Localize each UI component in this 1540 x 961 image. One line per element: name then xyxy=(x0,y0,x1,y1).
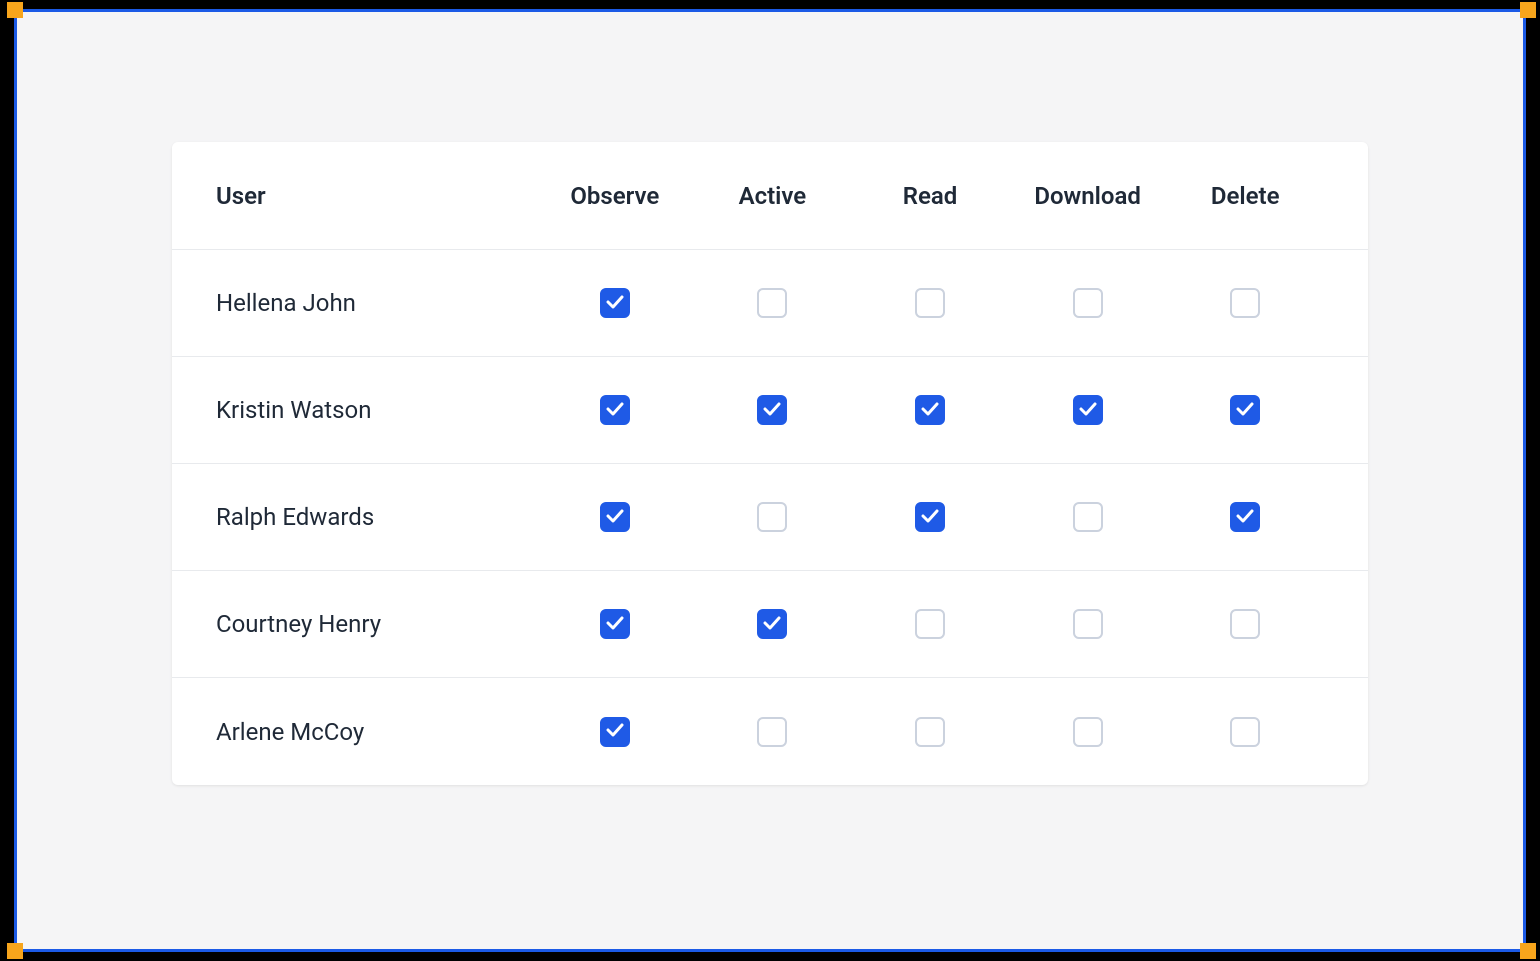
checkbox-active[interactable] xyxy=(757,717,787,747)
checkbox-delete[interactable] xyxy=(1230,717,1260,747)
column-header-active: Active xyxy=(694,182,852,210)
checkbox-cell xyxy=(694,609,852,639)
checkbox-delete[interactable] xyxy=(1230,502,1260,532)
checkbox-cell xyxy=(1009,717,1167,747)
checkbox-cell xyxy=(1009,288,1167,318)
checkbox-read[interactable] xyxy=(915,395,945,425)
checkbox-cell xyxy=(694,502,852,532)
check-icon xyxy=(921,508,939,527)
selection-handle-bl[interactable] xyxy=(7,943,23,959)
check-icon xyxy=(921,401,939,420)
user-name: Hellena John xyxy=(216,289,536,317)
checkbox-cell xyxy=(1166,395,1324,425)
checkbox-read[interactable] xyxy=(915,288,945,318)
checkbox-cell xyxy=(694,717,852,747)
checkbox-observe[interactable] xyxy=(600,395,630,425)
check-icon xyxy=(606,294,624,313)
table-header-row: User Observe Active Read Download Delete xyxy=(172,142,1368,250)
checkbox-cell xyxy=(1009,609,1167,639)
checkbox-observe[interactable] xyxy=(600,717,630,747)
checkbox-delete[interactable] xyxy=(1230,395,1260,425)
table-row: Courtney Henry xyxy=(172,571,1368,678)
checkbox-read[interactable] xyxy=(915,609,945,639)
checkbox-download[interactable] xyxy=(1073,502,1103,532)
checkbox-cell xyxy=(536,609,694,639)
checkbox-active[interactable] xyxy=(757,609,787,639)
checkbox-download[interactable] xyxy=(1073,609,1103,639)
selection-handle-tl[interactable] xyxy=(7,2,23,18)
checkbox-cell xyxy=(1009,395,1167,425)
checkbox-cell xyxy=(851,395,1009,425)
checkbox-cell xyxy=(851,288,1009,318)
check-icon xyxy=(606,401,624,420)
check-icon xyxy=(763,615,781,634)
table-row: Hellena John xyxy=(172,250,1368,357)
checkbox-cell xyxy=(851,502,1009,532)
checkbox-download[interactable] xyxy=(1073,288,1103,318)
table-row: Arlene McCoy xyxy=(172,678,1368,785)
checkbox-cell xyxy=(851,609,1009,639)
column-header-download: Download xyxy=(1009,182,1167,210)
checkbox-cell xyxy=(536,502,694,532)
design-frame: User Observe Active Read Download Delete… xyxy=(14,9,1526,952)
checkbox-cell xyxy=(1166,502,1324,532)
checkbox-cell xyxy=(694,395,852,425)
checkbox-cell xyxy=(1166,609,1324,639)
checkbox-cell xyxy=(1166,717,1324,747)
selection-handle-br[interactable] xyxy=(1520,943,1536,959)
checkbox-cell xyxy=(536,395,694,425)
checkbox-cell xyxy=(694,288,852,318)
checkbox-observe[interactable] xyxy=(600,609,630,639)
checkbox-observe[interactable] xyxy=(600,288,630,318)
canvas: User Observe Active Read Download Delete… xyxy=(17,12,1523,949)
user-name: Arlene McCoy xyxy=(216,718,536,746)
table-row: Kristin Watson xyxy=(172,357,1368,464)
checkbox-active[interactable] xyxy=(757,395,787,425)
checkbox-active[interactable] xyxy=(757,288,787,318)
user-name: Courtney Henry xyxy=(216,610,536,638)
checkbox-download[interactable] xyxy=(1073,717,1103,747)
user-name: Ralph Edwards xyxy=(216,503,536,531)
checkbox-cell xyxy=(536,288,694,318)
checkbox-cell xyxy=(1166,288,1324,318)
check-icon xyxy=(606,615,624,634)
checkbox-cell xyxy=(1009,502,1167,532)
checkbox-cell xyxy=(536,717,694,747)
check-icon xyxy=(1236,508,1254,527)
column-header-read: Read xyxy=(851,182,1009,210)
check-icon xyxy=(1079,401,1097,420)
checkbox-read[interactable] xyxy=(915,502,945,532)
selection-handle-tr[interactable] xyxy=(1520,2,1536,18)
permissions-table-card: User Observe Active Read Download Delete… xyxy=(172,142,1368,785)
check-icon xyxy=(606,508,624,527)
checkbox-delete[interactable] xyxy=(1230,609,1260,639)
column-header-observe: Observe xyxy=(536,182,694,210)
column-header-user: User xyxy=(216,182,536,210)
check-icon xyxy=(763,401,781,420)
user-name: Kristin Watson xyxy=(216,396,536,424)
permissions-table: User Observe Active Read Download Delete… xyxy=(172,142,1368,785)
checkbox-observe[interactable] xyxy=(600,502,630,532)
check-icon xyxy=(606,722,624,741)
checkbox-read[interactable] xyxy=(915,717,945,747)
checkbox-active[interactable] xyxy=(757,502,787,532)
checkbox-download[interactable] xyxy=(1073,395,1103,425)
checkbox-delete[interactable] xyxy=(1230,288,1260,318)
table-row: Ralph Edwards xyxy=(172,464,1368,571)
check-icon xyxy=(1236,401,1254,420)
checkbox-cell xyxy=(851,717,1009,747)
column-header-delete: Delete xyxy=(1166,182,1324,210)
